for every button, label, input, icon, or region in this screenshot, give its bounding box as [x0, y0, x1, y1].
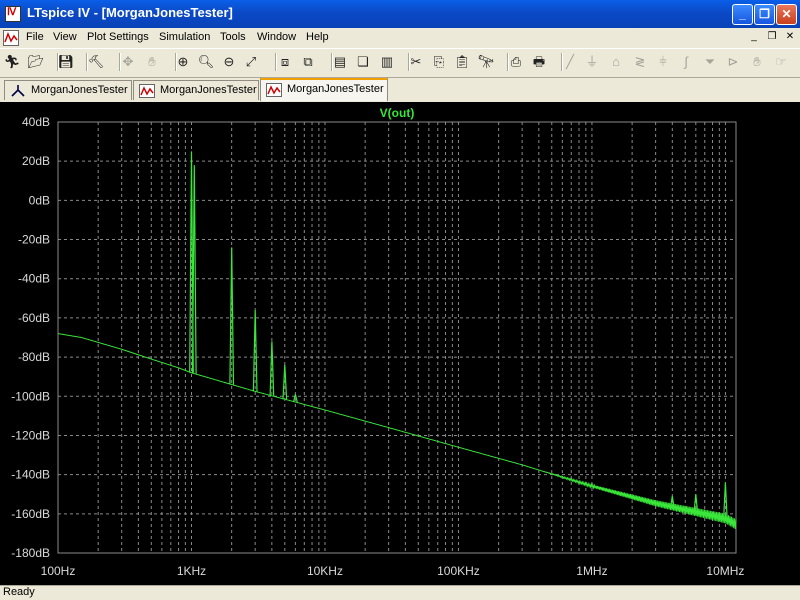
x-tick-label: 10MHz [706, 564, 744, 578]
menu-plot-settings[interactable]: Plot Settings [87, 31, 149, 43]
ground-icon[interactable]: ⏚ [582, 52, 602, 72]
tab-label: MorganJonesTester [160, 84, 257, 96]
zoom-fit-icon[interactable]: ⤢ [241, 52, 261, 72]
cut-icon[interactable]: ✂︎ [406, 52, 426, 72]
y-tick-label: -20dB [18, 233, 50, 247]
menu-window[interactable]: Window [257, 31, 296, 43]
open-icon[interactable]: 📂︎ [26, 52, 46, 72]
y-tick-label: 0dB [29, 193, 50, 207]
minimize-button[interactable]: _ [732, 4, 753, 25]
drag-icon[interactable]: ☞ [771, 52, 791, 72]
tab-label: MorganJonesTester [31, 84, 128, 96]
x-tick-label: 1MHz [576, 564, 607, 578]
y-tick-label: -180dB [11, 546, 50, 560]
resistor-icon[interactable]: ≷ [630, 52, 650, 72]
diode-icon[interactable]: ⏷ [700, 52, 720, 72]
schematic-icon [11, 85, 25, 97]
restore-button[interactable]: ❐ [754, 4, 775, 25]
tile-horizontal-icon[interactable]: ▤ [330, 52, 350, 72]
mdi-restore-button[interactable]: ❐ [764, 30, 780, 44]
y-tick-label: -120dB [11, 428, 50, 442]
toolbar: 🏃︎ 📂︎ 💾︎ 🔨︎ ✥ ✋︎ ⊕ 🔍︎ ⊖ ⤢ ⧈ ⧉ ▤ ❏ ▥ ✂︎ ⎘ 📋︎ 🔭︎ ⎙ 🖶︎ ╱ ⏚ ⌂ ≷ ⫩ ∫ ⏷ ⊳ ✋… [0, 48, 800, 76]
waveform-icon [139, 84, 155, 98]
menu-tools[interactable]: Tools [220, 31, 246, 43]
menu-view[interactable]: View [53, 31, 77, 43]
menu-bar: File View Plot Settings Simulation Tools… [0, 28, 800, 48]
x-tick-label: 100Hz [41, 564, 76, 578]
y-tick-label: 40dB [22, 115, 50, 129]
plot-frame [57, 121, 737, 554]
find-icon[interactable]: 🔭︎ [476, 52, 496, 72]
document-tab-bar: MorganJonesTester MorganJonesTester Morg… [0, 77, 800, 101]
plot-setup-icon[interactable]: ⧉ [298, 52, 318, 72]
waveform-plot-pane[interactable]: 40dB 20dB 0dB -20dB -40dB -60dB -80dB -100dB -12… [0, 102, 800, 585]
harmonic-peak [191, 165, 197, 374]
y-tick-label: -160dB [11, 507, 50, 521]
close-button[interactable]: ✕ [776, 4, 797, 25]
y-tick-label: -60dB [18, 311, 50, 325]
zoom-area-icon[interactable]: 🔍︎ [196, 52, 216, 72]
autorange-icon[interactable]: ⧈ [275, 52, 295, 72]
title-bar: Ⅳ LTspice IV - [MorganJonesTester] _ ❐ ✕ [0, 0, 800, 28]
inductor-icon[interactable]: ∫ [676, 52, 696, 72]
trace-label: V(out) [380, 106, 415, 120]
cascade-icon[interactable]: ❏ [353, 52, 373, 72]
zoom-out-icon[interactable]: ⊖ [219, 52, 239, 72]
copy-icon[interactable]: ⎘ [429, 52, 449, 72]
mdi-close-button[interactable]: ✕ [782, 30, 798, 44]
y-tick-label: -80dB [18, 350, 50, 364]
document-waveform-icon[interactable] [3, 30, 19, 46]
y-tick-label: 20dB [22, 154, 50, 168]
window-title: LTspice IV - [MorganJonesTester] [27, 5, 233, 20]
paste-icon[interactable]: 📋︎ [452, 52, 472, 72]
run-icon[interactable]: 🏃︎ [2, 52, 22, 72]
move-icon[interactable]: ✋︎ [747, 52, 767, 72]
label-icon[interactable]: ⌂ [606, 52, 626, 72]
control-panel-icon[interactable]: 🔨︎ [86, 52, 106, 72]
wire-icon[interactable]: ╱ [560, 52, 580, 72]
mdi-minimize-button[interactable]: _ [746, 30, 762, 44]
tile-vertical-icon[interactable]: ▥ [377, 52, 397, 72]
status-text: Ready [3, 586, 35, 598]
x-tick-label: 1KHz [177, 564, 206, 578]
zoom-in-icon[interactable]: ⊕ [173, 52, 193, 72]
menu-help[interactable]: Help [306, 31, 329, 43]
y-tick-label: -40dB [18, 272, 50, 286]
halt-icon[interactable]: ✥ [118, 52, 138, 72]
x-tick-label: 100KHz [437, 564, 480, 578]
trace-v-out [57, 333, 737, 530]
x-tick-label: 10KHz [307, 564, 343, 578]
waveform-chart[interactable]: 40dB 20dB 0dB -20dB -40dB -60dB -80dB -100dB -12… [0, 102, 800, 585]
menu-file[interactable]: File [26, 31, 44, 43]
tab-waveform-1[interactable]: MorganJonesTester [133, 80, 259, 100]
y-tick-label: -100dB [11, 389, 50, 403]
tab-waveform-2[interactable]: MorganJonesTester [260, 78, 388, 101]
y-tick-label: -140dB [11, 468, 50, 482]
save-icon[interactable]: 💾︎ [56, 52, 76, 72]
capacitor-icon[interactable]: ⫩ [653, 52, 673, 72]
print-icon[interactable]: 🖶︎ [529, 52, 549, 72]
print-setup-icon[interactable]: ⎙ [506, 52, 526, 72]
status-bar: Ready [0, 585, 800, 600]
tab-label: MorganJonesTester [287, 83, 384, 95]
pan-icon[interactable]: ✋︎ [142, 52, 162, 72]
component-icon[interactable]: ⊳ [723, 52, 743, 72]
menu-simulation[interactable]: Simulation [159, 31, 210, 43]
waveform-icon [266, 83, 282, 97]
ltspice-app-icon: Ⅳ [5, 6, 21, 22]
tab-schematic[interactable]: MorganJonesTester [4, 80, 132, 100]
